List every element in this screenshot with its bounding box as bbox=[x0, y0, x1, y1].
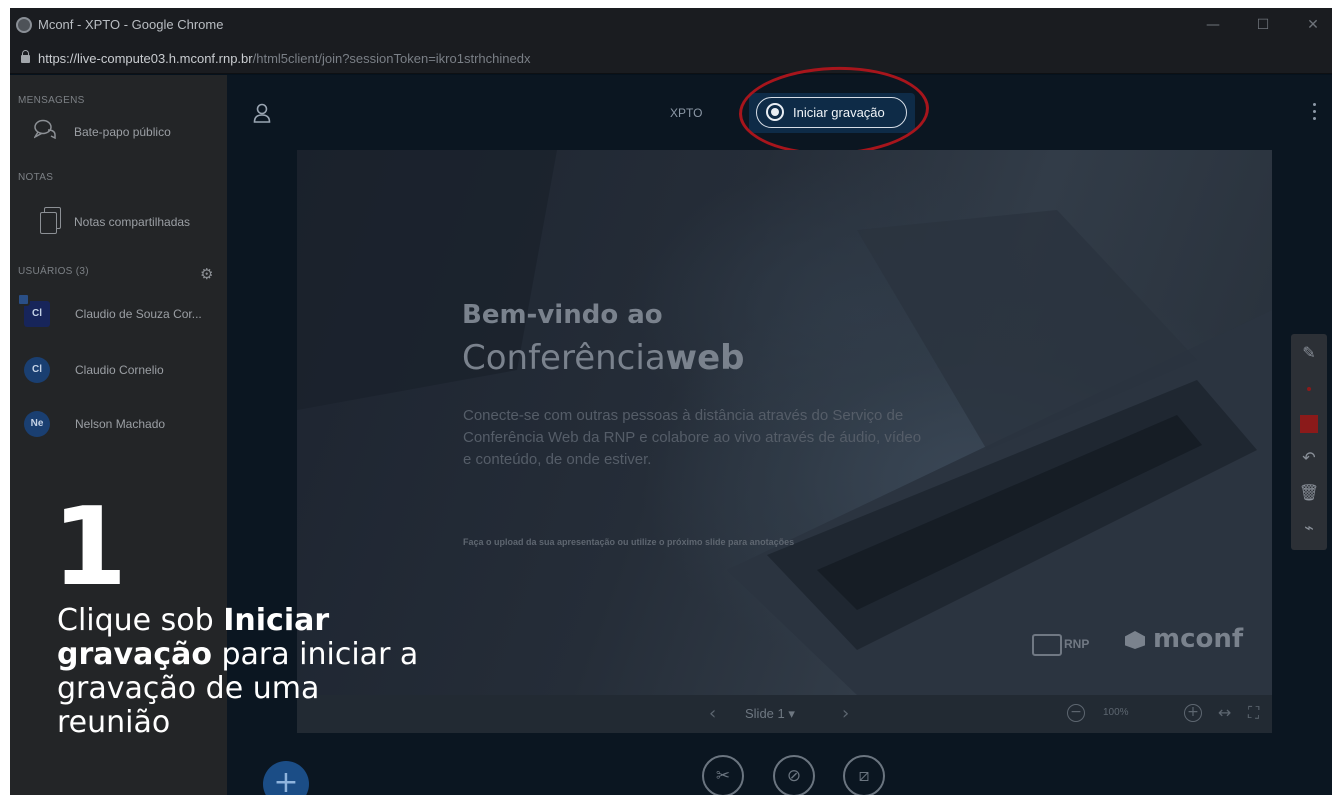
minimize-button[interactable]: — bbox=[1198, 12, 1228, 38]
avatar: Cl bbox=[17, 293, 50, 327]
user-name[interactable]: Claudio de Souza Cor... bbox=[75, 307, 202, 321]
slide-footer-note: Faça o upload da sua apresentação ou uti… bbox=[463, 537, 795, 547]
slide-select[interactable]: Slide 1 ▾ bbox=[745, 706, 795, 722]
url-host: https://live-compute03.h.mconf.rnp.br bbox=[38, 51, 253, 66]
zoom-out-icon[interactable]: − bbox=[1067, 704, 1085, 722]
slide-subtitle: Conferênciaweb bbox=[462, 338, 744, 378]
url-path: /html5client/join?sessionToken=ikro1strh… bbox=[252, 51, 531, 66]
mconf-app-icon bbox=[16, 17, 32, 33]
title-bar: Mconf - XPTO - Google Chrome — ☐ ✕ bbox=[10, 8, 1332, 44]
notes-icon bbox=[40, 207, 61, 234]
public-chat-label: Bate-papo público bbox=[74, 125, 171, 139]
trash-icon[interactable]: 🗑 bbox=[1291, 478, 1327, 508]
lock-icon bbox=[21, 50, 30, 63]
slide-title: Bem-vindo ao bbox=[462, 300, 663, 330]
slide-navigation: ‹ Slide 1 ▾ › − 100% + ↔ ⛶ bbox=[297, 695, 1272, 733]
maximize-button[interactable]: ☐ bbox=[1248, 12, 1278, 38]
zoom-level: 100% bbox=[1103, 707, 1129, 718]
camera-button[interactable]: ⊘ bbox=[773, 755, 815, 795]
shared-notes-label: Notas compartilhadas bbox=[74, 215, 191, 229]
slide-subtitle-light: Conferência bbox=[462, 338, 666, 378]
step-text-prefix: Clique sob bbox=[57, 603, 224, 638]
highlight-ring bbox=[737, 63, 931, 159]
meeting-name: XPTO bbox=[670, 106, 703, 120]
undo-icon[interactable]: ↶ bbox=[1291, 443, 1327, 473]
step-instruction: Clique sob Iniciar gravação para iniciar… bbox=[57, 604, 437, 740]
fullscreen-icon[interactable]: ⛶ bbox=[1248, 703, 1259, 723]
slide-subtitle-bold: web bbox=[665, 338, 745, 378]
avatar-initials: Ne bbox=[30, 418, 44, 429]
gear-icon[interactable]: ⚙ bbox=[200, 265, 213, 283]
mute-button[interactable]: ✂ bbox=[702, 755, 744, 795]
fit-width-icon[interactable]: ↔ bbox=[1218, 703, 1231, 722]
notes-section-title: NOTAS bbox=[18, 172, 54, 183]
presentation-slide: Bem-vindo ao Conferênciaweb Conecte-se c… bbox=[297, 150, 1272, 695]
browser-window: Mconf - XPTO - Google Chrome — ☐ ✕ https… bbox=[10, 8, 1332, 795]
annotation-toolbar: ✎ ↶ 🗑 ⌁ bbox=[1291, 334, 1327, 550]
next-slide-button[interactable]: › bbox=[842, 703, 849, 724]
user-name[interactable]: Nelson Machado bbox=[75, 417, 165, 431]
previous-slide-button[interactable]: ‹ bbox=[709, 703, 716, 724]
url-text[interactable]: https://live-compute03.h.mconf.rnp.br/ht… bbox=[38, 51, 530, 66]
avatar-initials: Cl bbox=[32, 308, 42, 319]
users-section-title: USUÁRIOS (3) bbox=[18, 266, 89, 277]
window-title: Mconf - XPTO - Google Chrome bbox=[38, 17, 224, 32]
color-swatch-icon bbox=[1300, 414, 1318, 433]
slide-select-label: Slide 1 bbox=[745, 706, 785, 721]
color-button[interactable] bbox=[1291, 408, 1327, 438]
user-icon[interactable] bbox=[253, 103, 271, 123]
public-chat-item[interactable]: Bate-papo público bbox=[24, 117, 224, 147]
screen-share-button[interactable]: ⧄ bbox=[843, 755, 885, 795]
thickness-button[interactable] bbox=[1291, 373, 1327, 403]
slide-body: Conecte-se com outras pessoas à distânci… bbox=[463, 407, 922, 468]
thickness-dot-icon bbox=[1307, 386, 1311, 391]
rnp-logo: RNP bbox=[1032, 634, 1089, 656]
chevron-down-icon: ▾ bbox=[788, 706, 795, 721]
avatar-initials: Cl bbox=[32, 364, 42, 375]
messages-section-title: MENSAGENS bbox=[18, 95, 85, 106]
user-name[interactable]: Claudio Cornelio bbox=[75, 363, 164, 377]
close-button[interactable]: ✕ bbox=[1298, 12, 1328, 38]
mconf-logo: mconf bbox=[1125, 624, 1243, 654]
avatar: Ne bbox=[24, 411, 50, 437]
shared-notes-item[interactable]: Notas compartilhadas bbox=[24, 207, 224, 237]
step-number: 1 bbox=[52, 485, 128, 610]
presenter-icon bbox=[17, 293, 30, 306]
whiteboard-multiuser-icon[interactable]: ⌁ bbox=[1291, 513, 1327, 543]
avatar: Cl bbox=[24, 357, 50, 383]
actions-plus-button[interactable]: + bbox=[263, 761, 309, 795]
chat-icon bbox=[34, 119, 56, 139]
address-bar[interactable]: https://live-compute03.h.mconf.rnp.br/ht… bbox=[10, 44, 1332, 74]
zoom-in-icon[interactable]: + bbox=[1184, 704, 1202, 722]
pencil-icon[interactable]: ✎ bbox=[1291, 338, 1327, 368]
more-options-icon[interactable] bbox=[1313, 103, 1317, 123]
